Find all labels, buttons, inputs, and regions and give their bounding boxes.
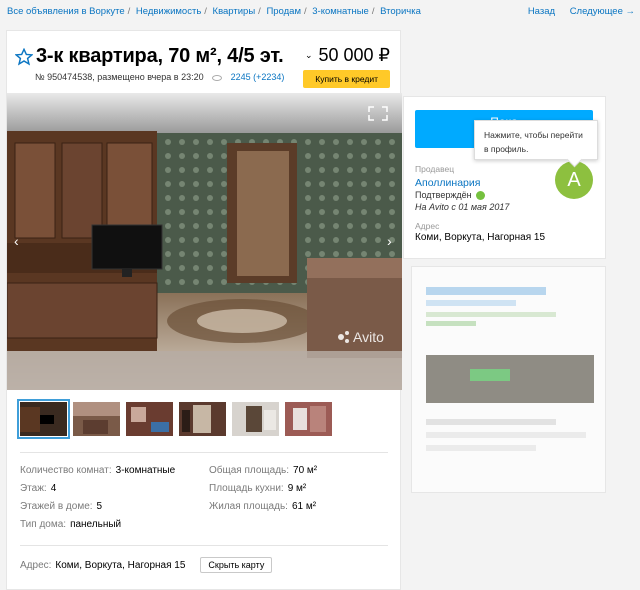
breadcrumb-item[interactable]: Все объявления в Воркуте xyxy=(7,6,125,17)
param-house-type: Тип дома: панельный xyxy=(20,519,122,530)
favorite-star-icon[interactable] xyxy=(15,47,33,66)
eye-icon xyxy=(212,74,223,81)
confirmed-label: Подтверждён xyxy=(415,190,472,200)
breadcrumb: Все объявления в Воркуте / Недвижимость / … xyxy=(7,6,635,17)
breadcrumb-item[interactable]: Вторичка xyxy=(380,6,421,17)
divider xyxy=(20,452,388,453)
breadcrumb-item[interactable]: Квартиры xyxy=(213,6,256,17)
breadcrumb-trail: Все объявления в Воркуте / Недвижимость / … xyxy=(7,6,421,17)
next-link[interactable]: Следующее → xyxy=(570,6,635,17)
thumbnail[interactable] xyxy=(17,399,70,439)
price-block: ⌄ 50 000 ₽ xyxy=(305,45,390,66)
advertisement[interactable] xyxy=(411,266,606,493)
address-label: Адрес: xyxy=(20,559,52,571)
seller-label: Продавец xyxy=(415,164,455,174)
breadcrumb-item[interactable]: Продам xyxy=(266,6,301,17)
back-link[interactable]: Назад xyxy=(528,6,555,17)
param-floor: Этаж: 4 xyxy=(20,483,57,494)
price: 50 000 ₽ xyxy=(318,45,390,65)
listing-title: 3-к квартира, 70 м², 4/5 эт. xyxy=(36,45,284,67)
divider xyxy=(20,545,388,546)
room-photo: ‹ › xyxy=(7,93,402,390)
confirmed-status: Подтверждён xyxy=(415,190,485,200)
listing-id-date: № 950474538, размещено вчера в 23:20 xyxy=(35,72,204,82)
next-photo-icon: › xyxy=(387,233,392,249)
hide-map-button[interactable]: Скрыть карту xyxy=(200,557,273,573)
profile-tooltip: Нажмите, чтобы перейти в профиль. xyxy=(474,120,598,160)
param-floors-total: Этажей в доме: 5 xyxy=(20,501,103,512)
breadcrumb-item[interactable]: 3-комнатные xyxy=(312,6,369,17)
sidebar-address-value: Коми, Воркута, Нагорная 15 xyxy=(415,232,546,243)
member-since: На Avito с 01 мая 2017 xyxy=(415,202,510,212)
photo-gallery[interactable]: ‹ › Avito xyxy=(7,93,402,390)
param-total-area: Общая площадь: 70 м² xyxy=(209,465,318,476)
address-value: Коми, Воркута, Нагорная 15 xyxy=(55,559,186,571)
thumbnail[interactable] xyxy=(285,402,332,436)
thumbnail[interactable] xyxy=(126,402,173,436)
view-count: 2245 (+2234) xyxy=(230,72,285,82)
sidebar-address-label: Адрес xyxy=(415,221,440,231)
breadcrumb-item[interactable]: Недвижимость xyxy=(136,6,201,17)
address-row: Адрес: Коми, Воркута, Нагорная 15 Скрыть… xyxy=(20,557,273,573)
listing-card: 3-к квартира, 70 м², 4/5 эт. № 950474538… xyxy=(6,30,402,590)
buy-on-credit-button[interactable]: Купить в кредит xyxy=(303,70,390,88)
param-rooms: Количество комнат: 3-комнатные xyxy=(20,465,176,476)
thumbnail[interactable] xyxy=(73,402,120,436)
thumbnail-strip xyxy=(17,399,332,439)
thumbnail[interactable] xyxy=(179,402,226,436)
avito-watermark: Avito xyxy=(353,329,384,345)
check-icon xyxy=(475,190,485,200)
ad-image xyxy=(412,267,605,492)
param-kitchen-area: Площадь кухни: 9 м² xyxy=(209,483,307,494)
thumbnail[interactable] xyxy=(232,402,279,436)
listing-meta: № 950474538, размещено вчера в 23:20 224… xyxy=(35,72,284,82)
chevron-down-icon[interactable]: ⌄ xyxy=(305,50,313,61)
seller-name-link[interactable]: Аполлинария xyxy=(415,177,480,189)
prev-photo-icon: ‹ xyxy=(14,233,19,249)
param-living-area: Жилая площадь: 61 м² xyxy=(209,501,317,512)
